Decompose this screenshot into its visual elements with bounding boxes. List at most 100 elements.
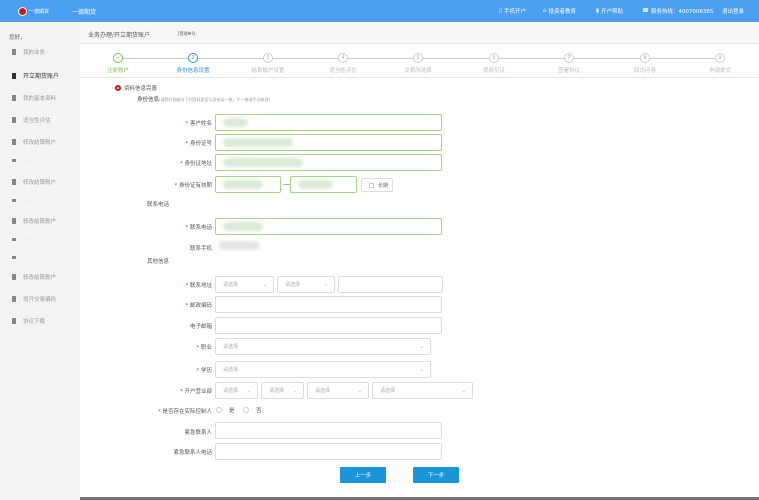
chevron-down-icon: ⌄ (292, 387, 297, 394)
book-icon: ▮ (596, 8, 600, 14)
contact-section-title: 联系电话 (147, 202, 170, 208)
chevron-down-icon: ⌄ (323, 281, 328, 288)
step-4: 4 适当性评估 (313, 53, 373, 74)
document-icon (12, 237, 16, 241)
phone-label: * 联系电话 (185, 225, 212, 231)
step-2: 2 身份信息设置 (163, 53, 223, 74)
step-label: 交易所选择 (404, 68, 432, 74)
step-7: 7 签署协议 (539, 53, 599, 74)
email-input[interactable] (215, 317, 442, 334)
nav-investor-education[interactable]: ⌂ 投资者教育 (543, 7, 576, 15)
info-alert: 资料信息完善 (115, 84, 157, 92)
actual-controller-no[interactable]: 否 (243, 406, 262, 414)
phone-icon: ☎ (642, 8, 649, 14)
actual-controller-label: * 是否存在实际控制人 (157, 409, 212, 415)
id-number-label: * 身份证号 (185, 141, 212, 147)
id-number-input[interactable] (215, 134, 442, 151)
next-step-button[interactable]: 下一步 (413, 467, 459, 483)
branch-select-1[interactable]: 请选择 ⌄ (215, 382, 258, 399)
job-label: * 职业 (196, 345, 212, 351)
step-number: 4 (338, 53, 348, 63)
branch-label: * 开户营业部 (179, 389, 212, 395)
home-icon: ⌂ (543, 8, 547, 14)
contact-address-label: * 联系地址 (185, 283, 212, 289)
city-select[interactable]: 请选择 ⌄ (277, 276, 335, 293)
logout-link[interactable]: 退出登录 (722, 7, 744, 15)
document-icon (12, 49, 16, 55)
phone-input[interactable] (215, 218, 442, 235)
sidebar-item[interactable]: 适当性评估 (12, 116, 51, 124)
mobile-value (218, 241, 260, 252)
step-label: 结算账户设置 (251, 68, 285, 74)
postcode-input[interactable] (215, 296, 442, 313)
logo-icon (18, 6, 27, 16)
email-label: 电子邮箱 (189, 324, 212, 330)
sidebar-item[interactable]: 开立期货账户 (12, 71, 59, 80)
document-icon (12, 72, 16, 79)
chevron-down-icon: ⌄ (419, 343, 424, 350)
sidebar-item[interactable]: 修改结算账户 (12, 273, 56, 281)
step-1: ✓ 注册账户 (88, 53, 148, 74)
document-icon (12, 139, 16, 145)
step-label: 回访问卷 (633, 68, 656, 74)
step-label: 申请提交 (708, 68, 731, 74)
document-icon (12, 95, 16, 101)
step-label: 注册账户 (106, 68, 129, 74)
customer-name-label: * 客户姓名 (185, 121, 212, 127)
step-label: 身份信息设置 (176, 68, 210, 74)
province-select[interactable]: 请选择 ⌄ (215, 276, 274, 293)
sidebar-item[interactable]: ...... (12, 255, 29, 259)
branch-select-3[interactable]: 请选择 ⌄ (307, 382, 369, 399)
emergency-phone-label: 紧急联系人电话 (173, 450, 212, 456)
document-icon (12, 158, 16, 162)
step-9: 9 申请提交 (690, 53, 750, 74)
sidebar-item[interactable]: 我的业务 (12, 48, 45, 56)
id-validity-end-input[interactable] (290, 176, 357, 193)
step-number: 9 (715, 53, 725, 63)
postcode-label: * 邮政编码 (185, 303, 212, 309)
sidebar-item[interactable]: 修改结算账户 (12, 178, 56, 186)
document-icon (12, 117, 16, 123)
customer-name-input[interactable] (215, 114, 442, 131)
breadcrumb: 业务办理/开立期货账户 [受理单号: (80, 22, 759, 44)
sidebar-item[interactable]: 修改结算账户 (12, 217, 56, 225)
nav-mobile-account[interactable]: ▯ 手机开户 (499, 7, 526, 15)
sidebar-item[interactable]: ...... (12, 237, 29, 241)
id-validity-start-input[interactable] (215, 176, 281, 193)
branch-select-4[interactable]: 请选择 ⌄ (372, 382, 473, 399)
step-number: 3 (263, 53, 273, 63)
sidebar-item[interactable]: 我的基本资料 (12, 94, 56, 102)
detail-address-input[interactable] (338, 276, 443, 293)
logo[interactable]: 一德期货 (18, 6, 52, 16)
sidebar-item[interactable]: 修改结算账户 (12, 138, 56, 146)
document-icon (12, 274, 16, 280)
top-bar: 一德期货 一德期货 ▯ 手机开户 ⌂ 投资者教育 ▮ 开户帮助 ☎ 服务热线：40070… (0, 0, 759, 22)
step-label: 视频见证 (482, 68, 505, 74)
id-address-label: * 身份证地址 (179, 161, 212, 167)
job-select[interactable]: 请选择 ⌄ (215, 338, 431, 355)
emergency-contact-input[interactable] (215, 422, 442, 439)
step-6: 6 视频见证 (464, 53, 524, 74)
sidebar-item[interactable]: ...... (12, 198, 29, 202)
education-label: * 学历 (196, 368, 212, 374)
id-address-input[interactable] (215, 154, 442, 171)
step-label: 签署协议 (557, 68, 580, 74)
radio-icon (216, 407, 222, 413)
sidebar-item[interactable]: ...... (12, 158, 29, 162)
education-select[interactable]: 请选择 ⌄ (215, 361, 431, 378)
prev-step-button[interactable]: 上一步 (340, 467, 386, 483)
branch-select-2[interactable]: 请选择 ⌄ (261, 382, 304, 399)
document-icon (12, 218, 16, 224)
mobile-icon: ▯ (499, 8, 503, 14)
emergency-phone-input[interactable] (215, 443, 442, 460)
radio-icon (243, 407, 249, 413)
step-8: 8 回访问卷 (615, 53, 675, 74)
identity-section-title: 身份信息(请您仔细核对下列资料是否与身份证一致，不一致请手动修改) (137, 97, 271, 103)
long-term-checkbox[interactable]: 长期 (361, 178, 393, 192)
sidebar-item[interactable]: 增开交易编码 (12, 295, 56, 303)
chevron-down-icon: ⌄ (262, 281, 267, 288)
sidebar-item[interactable]: 协议下载 (12, 317, 45, 325)
step-number: 2 (188, 53, 198, 63)
nav-help[interactable]: ▮ 开户帮助 (596, 7, 623, 15)
brand-name: 一德期货 (72, 9, 97, 16)
